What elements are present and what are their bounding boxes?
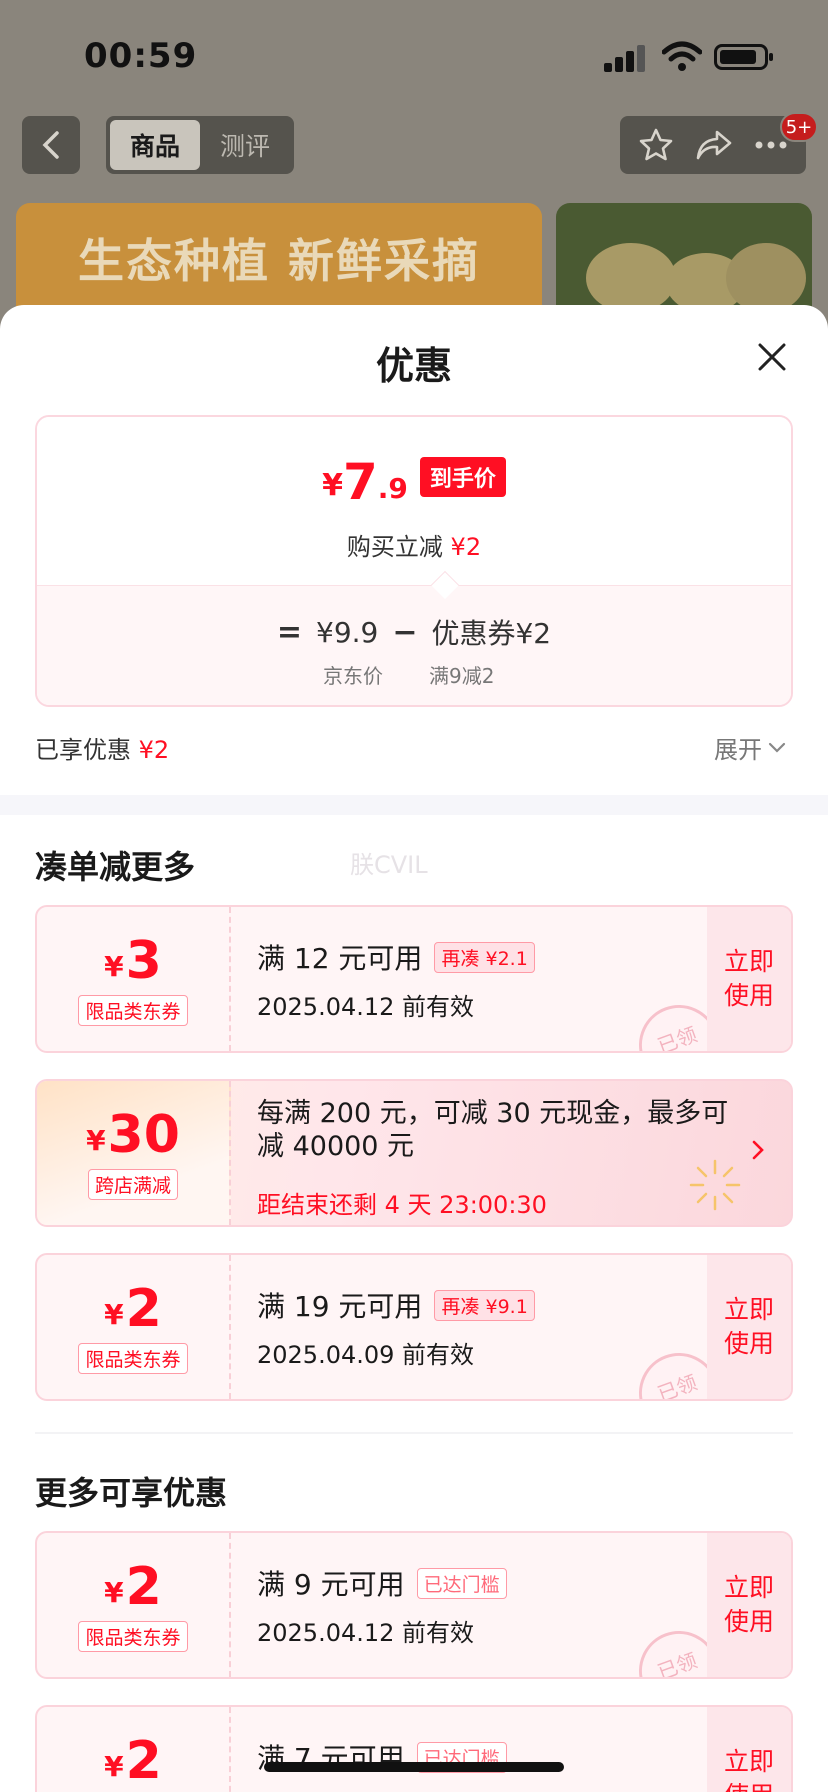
back-icon	[42, 131, 59, 159]
wifi-icon	[662, 41, 702, 71]
coupon-amount: ¥ 30	[86, 1104, 180, 1165]
action-group	[620, 116, 806, 174]
sparkle-icon	[689, 1159, 741, 1211]
close-icon[interactable]	[756, 341, 788, 373]
tab-review[interactable]: 测评	[200, 120, 290, 170]
signal-icon	[604, 44, 646, 72]
tab-product[interactable]: 商品	[110, 120, 200, 170]
share-icon[interactable]	[695, 128, 733, 162]
coupon-condition: 满 19 元可用	[257, 1290, 423, 1323]
section-divider	[35, 1432, 793, 1434]
coupon-card[interactable]: ¥ 2 限品类东券 满 7 元可用 已达门槛 立即使用	[35, 1705, 793, 1792]
coupon-type: 限品类东券	[78, 1342, 188, 1374]
promo-description: 每满 200 元，可减 30 元现金，最多可减 40000 元	[257, 1098, 729, 1162]
watermark: 朕CVIL	[350, 851, 428, 879]
star-icon[interactable]	[638, 127, 674, 163]
coupon-deduction: 优惠券¥2	[431, 617, 552, 650]
coupon-amount: ¥ 2	[104, 1278, 162, 1339]
chevron-right-icon	[752, 1140, 764, 1160]
cross-store-promo[interactable]: ¥ 30 跨店满减 每满 200 元，可减 30 元现金，最多可减 40000 …	[35, 1079, 793, 1227]
back-button[interactable]	[22, 116, 80, 174]
price-card: ¥ 7 .9 到手价 购买立减 ¥2 = ¥9.9 − 优惠券¥2 京东价 满9…	[35, 415, 793, 707]
use-now-button[interactable]: 立即使用	[707, 1707, 791, 1792]
tab-switcher: 商品 测评	[106, 116, 294, 174]
status-time: 00:59	[84, 36, 198, 76]
base-price: ¥9.9	[316, 615, 379, 649]
final-price-tag: 到手价	[419, 457, 506, 497]
background-page: 00:59 商品 测评 5+ 生态种植 新鲜采摘	[0, 0, 828, 363]
coupon-amount: ¥ 3	[104, 930, 162, 991]
status-bar: 00:59	[0, 30, 828, 80]
coupon-card[interactable]: ¥ 2 限品类东券 满 19 元可用 再凑 ¥9.1 2025.04.09 前有…	[35, 1253, 793, 1401]
coupon-amount: ¥ 2	[104, 1730, 162, 1791]
coupon-type: 跨店满减	[87, 1168, 178, 1200]
promo-countdown: 距结束还剩 4 天 23:00:30	[257, 1191, 547, 1219]
discount-sheet: 优惠 ¥ 7 .9 到手价 购买立减 ¥2 = ¥9.9 − 优惠券¥2 京东价…	[0, 305, 828, 1792]
final-price: ¥ 7 .9 到手价	[37, 457, 791, 507]
use-now-button[interactable]: 立即使用	[707, 1533, 791, 1677]
use-now-button[interactable]: 立即使用	[707, 1255, 791, 1399]
coupon-card[interactable]: ¥ 3 限品类东券 满 12 元可用 再凑 ¥2.1 2025.04.12 前有…	[35, 905, 793, 1053]
coupon-type: 限品类东券	[78, 1620, 188, 1652]
enjoyed-discount: 已享优惠 ¥2	[35, 736, 170, 764]
expand-button[interactable]: 展开	[714, 730, 786, 765]
notification-badge: 5+	[780, 112, 818, 142]
coupon-type: 限品类东券	[78, 994, 188, 1026]
coupon-condition: 满 9 元可用	[257, 1568, 405, 1601]
coupon-threshold-tag: 已达门槛	[416, 1567, 507, 1599]
coupon-amount: ¥ 2	[104, 1556, 162, 1617]
section-divider	[0, 795, 828, 815]
more-icon[interactable]	[754, 140, 788, 150]
use-now-button[interactable]: 立即使用	[707, 907, 791, 1051]
battery-icon	[714, 44, 773, 70]
coupon-condition: 满 12 元可用	[257, 942, 423, 975]
coupon-gap-tag: 再凑 ¥2.1	[434, 941, 535, 973]
home-indicator[interactable]	[264, 1762, 564, 1772]
sheet-title: 优惠	[375, 344, 452, 388]
instant-discount: 购买立减 ¥2	[346, 533, 482, 561]
price-formula: = ¥9.9 − 优惠券¥2	[37, 612, 791, 652]
coupon-gap-tag: 再凑 ¥9.1	[434, 1289, 535, 1321]
section-title-more-savings: 凑单减更多	[35, 848, 196, 886]
banner-text: 生态种植 新鲜采摘	[77, 234, 480, 288]
top-navbar: 商品 测评 5+	[0, 112, 828, 176]
section-title-more-offers: 更多可享优惠	[35, 1474, 228, 1512]
coupon-card[interactable]: ¥ 2 限品类东券 满 9 元可用 已达门槛 2025.04.12 前有效 已领…	[35, 1531, 793, 1679]
chevron-down-icon	[768, 742, 786, 753]
